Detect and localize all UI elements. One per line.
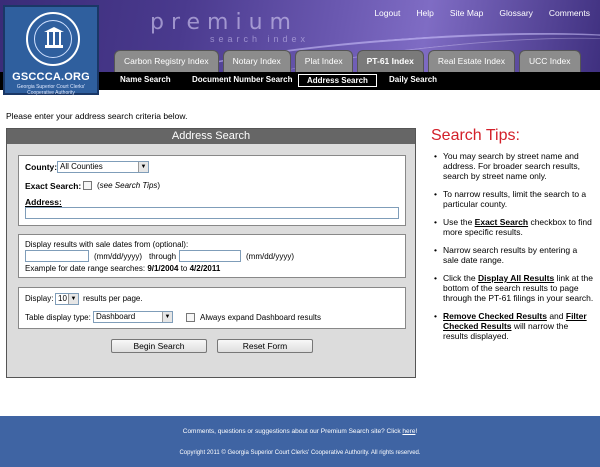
panel-title: Address Search (7, 129, 415, 144)
exact-search-label: Exact Search: (25, 181, 82, 191)
address-criteria-box: County: All Counties ▼ Exact Search: (se… (18, 155, 406, 226)
tip-item: Use the Exact Search checkbox to find mo… (434, 217, 594, 237)
tab-real-estate-index[interactable]: Real Estate Index (427, 50, 515, 72)
per-page-label: results per page. (83, 294, 143, 303)
tab-ucc-index[interactable]: UCC Index (518, 50, 581, 72)
date-example: Example for date range searches: 9/1/200… (25, 264, 221, 273)
intro-text: Please enter your address search criteri… (6, 111, 188, 121)
county-select[interactable]: All Counties ▼ (57, 161, 149, 173)
help-link[interactable]: Help (416, 8, 433, 18)
address-search-panel: Address Search County: All Counties ▼ Ex… (6, 128, 416, 378)
tip-item: Remove Checked Results and Filter Checke… (434, 311, 594, 341)
exact-search-hint: (see Search Tips) (97, 181, 161, 190)
results-per-page-select[interactable]: 10 ▼ (55, 293, 79, 305)
county-select-value: All Counties (60, 162, 103, 171)
county-label: County: (25, 162, 58, 172)
tab-pt61-index[interactable]: PT-61 Index (356, 50, 424, 72)
nav-address-search[interactable]: Address Search (298, 74, 377, 87)
tab-notary-index[interactable]: Notary Index (222, 50, 291, 72)
display-all-results-term: Display All Results (477, 273, 555, 283)
brand-subtitle: search index (210, 34, 310, 44)
feedback-here-link[interactable]: here (402, 428, 415, 435)
state-seal-icon (26, 12, 80, 66)
brand-title: premium (150, 10, 298, 35)
expand-dashboard-label: Always expand Dashboard results (200, 313, 321, 322)
date-from-input[interactable] (25, 250, 89, 262)
nav-daily-search[interactable]: Daily Search (389, 75, 437, 84)
table-type-value: Dashboard (96, 312, 136, 321)
comments-link[interactable]: Comments (549, 8, 590, 18)
begin-search-button[interactable]: Begin Search (111, 339, 207, 353)
remove-checked-term: Remove Checked Results (443, 311, 547, 321)
display-label: Display: (25, 294, 54, 303)
through-label: through (149, 252, 177, 261)
exact-search-checkbox[interactable] (83, 181, 92, 190)
footer: Comments, questions or suggestions about… (0, 416, 600, 467)
search-tips-title: Search Tips: (431, 127, 520, 144)
top-links: Logout Help Site Map Glossary Comments (358, 8, 590, 18)
date-to-format: (mm/dd/yyyy) (246, 252, 294, 261)
index-tabs: Carbon Registry Index Notary Index Plat … (114, 50, 585, 72)
site-map-link[interactable]: Site Map (450, 8, 484, 18)
expand-dashboard-checkbox[interactable] (186, 313, 195, 322)
see-search-tips-text: see Search Tips (99, 181, 158, 190)
tab-carbon-registry-index[interactable]: Carbon Registry Index (114, 50, 219, 72)
footer-copyright: Copyright 2011 © Georgia Superior Court … (179, 450, 421, 456)
nav-name-search[interactable]: Name Search (120, 75, 171, 84)
address-input[interactable] (25, 207, 399, 219)
exact-search-term: Exact Search (474, 217, 529, 227)
gsccca-logo[interactable]: GSCCCA.ORG Georgia Superior Court Clerks… (3, 5, 99, 96)
logout-link[interactable]: Logout (374, 8, 400, 18)
date-from-format: (mm/dd/yyyy) (94, 252, 142, 261)
date-range-box: Display results with sale dates from (op… (18, 234, 406, 278)
results-per-page-value: 10 (58, 294, 67, 303)
search-tips-list: You may search by street name and addres… (434, 151, 594, 349)
chevron-down-icon: ▼ (138, 162, 148, 172)
reset-form-button[interactable]: Reset Form (217, 339, 313, 353)
glossary-link[interactable]: Glossary (499, 8, 533, 18)
table-type-label: Table display type: (25, 313, 91, 322)
address-label: Address: (25, 197, 62, 207)
date-to-input[interactable] (179, 250, 241, 262)
tip-item: Click the Display All Results link at th… (434, 273, 594, 303)
table-type-select[interactable]: Dashboard ▼ (93, 311, 173, 323)
tip-item: To narrow results, limit the search to a… (434, 189, 594, 209)
tab-plat-index[interactable]: Plat Index (294, 50, 353, 72)
logo-subtitle: Georgia Superior Court Clerks' Cooperati… (16, 84, 86, 96)
tip-item: Narrow search results by entering a sale… (434, 245, 594, 265)
tip-item: You may search by street name and addres… (434, 151, 594, 181)
logo-org-name: GSCCCA.ORG (12, 71, 90, 83)
display-options-box: Display: 10 ▼ results per page. Table di… (18, 287, 406, 329)
chevron-down-icon: ▼ (162, 312, 172, 322)
footer-feedback: Comments, questions or suggestions about… (182, 428, 418, 435)
dates-label: Display results with sale dates from (op… (25, 240, 189, 249)
chevron-down-icon: ▼ (68, 294, 78, 304)
nav-document-number-search[interactable]: Document Number Search (192, 75, 292, 84)
